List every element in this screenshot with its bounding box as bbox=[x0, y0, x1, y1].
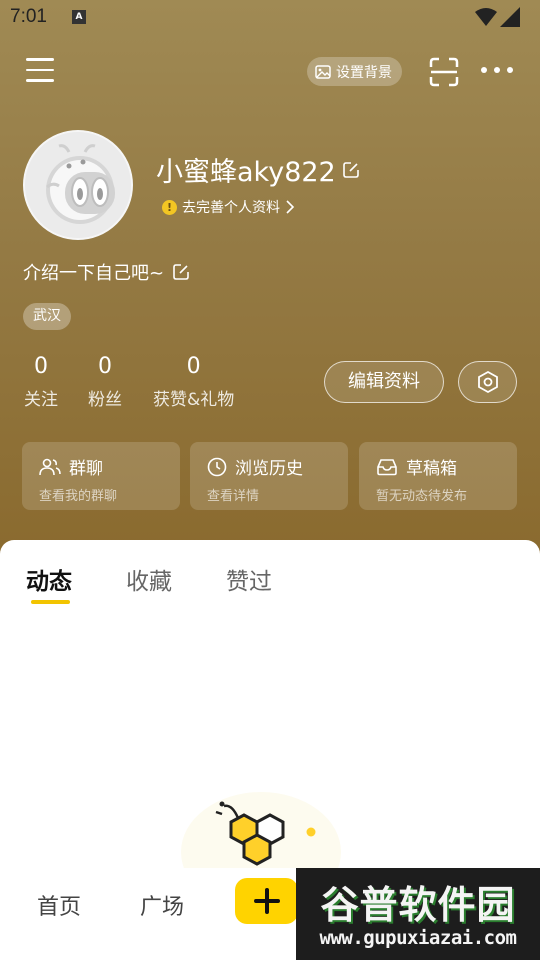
fans-label: 粉丝 bbox=[88, 390, 122, 410]
hexagon-settings-icon bbox=[477, 370, 498, 394]
nav-home[interactable]: 首页 bbox=[37, 889, 81, 921]
drafts-subtitle: 暂无动态待发布 bbox=[376, 489, 468, 504]
browse-history-title: 浏览历史 bbox=[235, 459, 303, 479]
following-count: 0 bbox=[34, 354, 48, 379]
drafts-card[interactable]: 草稿箱 暂无动态待发布 bbox=[359, 442, 517, 510]
add-post-button[interactable] bbox=[235, 878, 298, 924]
bio-text: 介绍一下自己吧~ bbox=[23, 263, 165, 284]
status-time: 7:01 bbox=[10, 6, 47, 27]
stat-fans[interactable]: 0 粉丝 bbox=[88, 354, 122, 410]
more-icon[interactable] bbox=[481, 67, 513, 73]
tab-indicator bbox=[31, 600, 70, 604]
edit-profile-button[interactable]: 编辑资料 bbox=[324, 361, 444, 403]
set-background-label: 设置背景 bbox=[336, 64, 392, 81]
signal-icon bbox=[500, 7, 520, 27]
avatar[interactable] bbox=[23, 130, 133, 240]
bee-avatar-icon bbox=[25, 132, 131, 238]
bottom-navigation: 首页 广场 谷普软件园 www.gupuxiazai.com bbox=[0, 868, 540, 960]
following-label: 关注 bbox=[24, 390, 58, 410]
status-bar: 7:01 A bbox=[0, 0, 540, 36]
watermark-overlay: 谷普软件园 www.gupuxiazai.com bbox=[296, 868, 540, 960]
location-tag: 武汉 bbox=[23, 303, 71, 330]
menu-icon[interactable] bbox=[26, 58, 54, 84]
tab-liked[interactable]: 赞过 bbox=[226, 562, 272, 596]
browse-history-subtitle: 查看详情 bbox=[207, 489, 260, 504]
people-icon bbox=[39, 458, 61, 475]
nav-square[interactable]: 广场 bbox=[140, 889, 184, 921]
tab-moments[interactable]: 动态 bbox=[26, 562, 72, 596]
group-chat-subtitle: 查看我的群聊 bbox=[39, 489, 118, 504]
set-background-button[interactable]: 设置背景 bbox=[307, 57, 402, 86]
edit-icon[interactable] bbox=[342, 161, 360, 179]
stat-following[interactable]: 0 关注 bbox=[24, 354, 58, 410]
warning-icon: ! bbox=[162, 199, 177, 215]
scan-icon[interactable] bbox=[428, 56, 460, 88]
group-chat-card[interactable]: 群聊 查看我的群聊 bbox=[22, 442, 180, 510]
likes-gifts-count: 0 bbox=[186, 354, 201, 379]
drafts-title: 草稿箱 bbox=[406, 459, 457, 479]
complete-profile-label: 去完善个人资料 bbox=[182, 200, 280, 216]
edit-bio-icon[interactable] bbox=[172, 263, 190, 281]
bio[interactable]: 介绍一下自己吧~ bbox=[23, 259, 190, 285]
wifi-icon bbox=[475, 8, 497, 26]
bee-empty-state-icon bbox=[181, 792, 341, 872]
settings-button[interactable] bbox=[458, 361, 517, 403]
stat-likes-gifts[interactable]: 0 获赞&礼物 bbox=[153, 354, 234, 410]
fans-count: 0 bbox=[98, 354, 112, 379]
image-icon bbox=[315, 64, 331, 79]
plus-icon bbox=[253, 888, 280, 914]
tab-favorites[interactable]: 收藏 bbox=[126, 562, 172, 596]
chevron-right-icon bbox=[286, 200, 295, 214]
notification-a-icon: A bbox=[72, 10, 86, 24]
watermark-brand: 谷普软件园 bbox=[320, 883, 516, 927]
group-chat-title: 群聊 bbox=[69, 459, 103, 479]
username-text: 小蜜蜂aky822 bbox=[156, 157, 336, 188]
clock-icon bbox=[207, 457, 227, 476]
browse-history-card[interactable]: 浏览历史 查看详情 bbox=[190, 442, 348, 510]
complete-profile-link[interactable]: ! 去完善个人资料 bbox=[162, 197, 295, 217]
username[interactable]: 小蜜蜂aky822 bbox=[156, 150, 360, 189]
likes-gifts-label: 获赞&礼物 bbox=[153, 390, 235, 410]
inbox-icon bbox=[377, 458, 397, 475]
watermark-url: www.gupuxiazai.com bbox=[319, 927, 517, 949]
